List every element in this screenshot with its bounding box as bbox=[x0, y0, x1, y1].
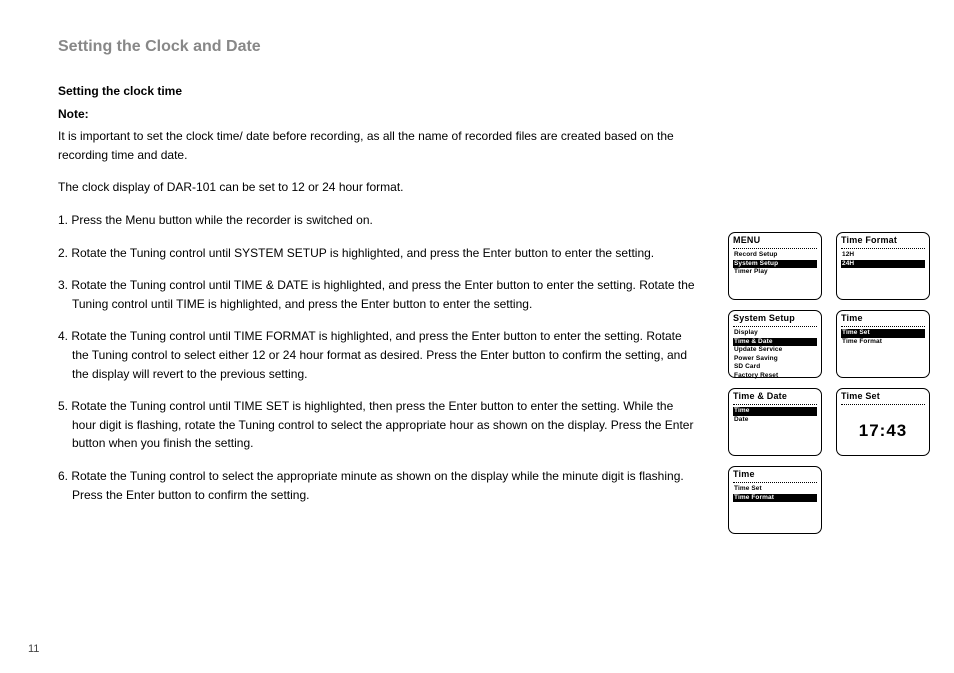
lcd-divider bbox=[733, 403, 817, 405]
step-3: 3. Rotate the Tuning control until TIME … bbox=[58, 276, 698, 313]
lcd-row: Time Set bbox=[841, 329, 925, 338]
lcd-row: Date bbox=[733, 416, 817, 425]
lcd-row: Time bbox=[733, 407, 817, 416]
lcd-row: Update Service bbox=[733, 346, 817, 355]
lcd-row: System Setup bbox=[733, 260, 817, 269]
lcd-title: Time Format bbox=[841, 236, 925, 245]
lcd-title: Time & Date bbox=[733, 392, 817, 401]
page-title: Setting the Clock and Date bbox=[58, 38, 924, 56]
lcd-time-value: 17:43 bbox=[837, 421, 929, 441]
lcd-title: Time bbox=[841, 314, 925, 323]
lcd-time-a: Time Time SetTime Format bbox=[728, 466, 822, 534]
lcd-time-format: Time Format 12H24H bbox=[836, 232, 930, 300]
lcd-title: Time bbox=[733, 470, 817, 479]
step-2: 2. Rotate the Tuning control until SYSTE… bbox=[58, 244, 698, 263]
lcd-time-and-date: Time & Date TimeDate bbox=[728, 388, 822, 456]
step-4: 4. Rotate the Tuning control until TIME … bbox=[58, 327, 698, 383]
lcd-time-b: Time Time SetTime Format bbox=[836, 310, 930, 378]
lcd-screens: MENURecord SetupSystem SetupTimer Play S… bbox=[728, 232, 930, 534]
lcd-row: Time & Date bbox=[733, 338, 817, 347]
note-label: Note: bbox=[58, 105, 698, 124]
lcd-title: Time Set bbox=[841, 392, 925, 401]
lcd-menu: MENU Record SetupSystem SetupTimer Play bbox=[728, 232, 822, 300]
lcd-row: Timer Play bbox=[733, 268, 817, 277]
lcd-divider bbox=[841, 247, 925, 249]
lcd-divider bbox=[733, 481, 817, 483]
lcd-divider bbox=[841, 325, 925, 327]
lcd-row: Time Format bbox=[733, 494, 817, 503]
lcd-row: 24H bbox=[841, 260, 925, 269]
lcd-title: System Setup bbox=[733, 314, 817, 323]
lcd-divider bbox=[733, 247, 817, 249]
lcd-time-set: Time Set 17:43 bbox=[836, 388, 930, 456]
step-1: 1. Press the Menu button while the recor… bbox=[58, 211, 698, 230]
lcd-row: 12H bbox=[841, 251, 925, 260]
intro-paragraph-1: It is important to set the clock time/ d… bbox=[58, 127, 698, 164]
lcd-row: Factory Reset bbox=[733, 372, 817, 381]
lcd-row: Record Setup bbox=[733, 251, 817, 260]
intro-paragraph-2: The clock display of DAR-101 can be set … bbox=[58, 178, 698, 197]
lcd-system-setup: System Setup DisplayTime & DateUpdate Ser… bbox=[728, 310, 822, 378]
lcd-divider bbox=[841, 403, 925, 405]
lcd-row: Display bbox=[733, 329, 817, 338]
subhead-clock-time: Setting the clock time bbox=[58, 82, 698, 101]
lcd-divider bbox=[733, 325, 817, 327]
lcd-row: SD Card bbox=[733, 363, 817, 372]
lcd-row: Power Saving bbox=[733, 355, 817, 364]
lcd-title: MENU bbox=[733, 236, 817, 245]
step-5: 5. Rotate the Tuning control until TIME … bbox=[58, 397, 698, 453]
step-6: 6. Rotate the Tuning control to select t… bbox=[58, 467, 698, 504]
page-number: 11 bbox=[28, 643, 39, 655]
body-copy: Setting the clock time Note: It is impor… bbox=[58, 82, 698, 504]
lcd-row: Time Format bbox=[841, 338, 925, 347]
lcd-row: Time Set bbox=[733, 485, 817, 494]
